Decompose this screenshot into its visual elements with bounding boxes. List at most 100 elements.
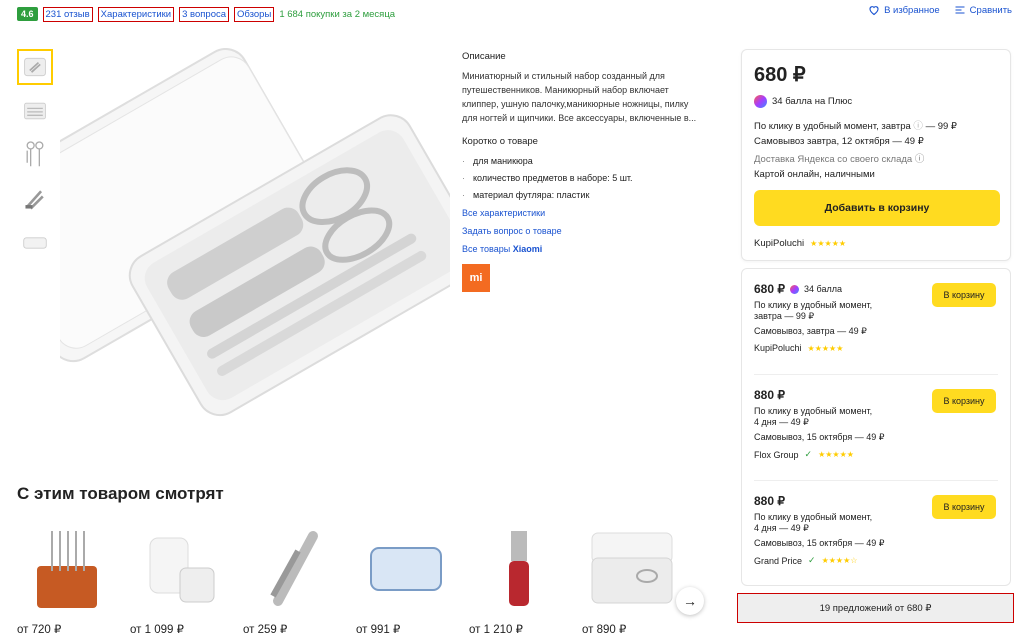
plus-bonus: 34 балла на Плюс	[754, 95, 998, 108]
thumbnail[interactable]	[17, 49, 53, 85]
recommendations-title: С этим товаром смотрят	[17, 484, 224, 503]
recommendation-card[interactable]: от 720 ₽	[17, 522, 130, 636]
help-icon[interactable]: ⓘ	[915, 154, 925, 165]
seller-rating-stars: ★★★★★	[810, 239, 847, 248]
description-title: Описание	[462, 51, 506, 62]
offer-seller-name[interactable]: Grand Price	[754, 556, 802, 566]
offers-list: 680 ₽34 балла По клику в удобный момент,…	[741, 268, 1011, 586]
thumbnail[interactable]	[17, 137, 53, 173]
top-actions: В избранное Сравнить	[868, 4, 1012, 16]
yandex-delivery-line: Доставка Яндекса со своего склада ⓘ	[754, 151, 998, 165]
delivery-option: По клику в удобный момент, завтра	[754, 121, 911, 132]
offer-add-to-cart-button[interactable]: В корзину	[932, 495, 996, 519]
offer-delivery-time: 4 дня — 49 ₽	[754, 523, 809, 533]
thumbnail[interactable]	[17, 93, 53, 129]
buy-box: 680 ₽ 34 балла на Плюс По клику в удобны…	[741, 49, 1011, 261]
specs-link[interactable]: Характеристики	[97, 6, 175, 22]
description-text: Миниатюрный и стильный набор созданный д…	[462, 71, 697, 123]
offer-item: 680 ₽34 балла По клику в удобный момент,…	[754, 269, 998, 375]
recommendation-card[interactable]: от 890 ₽	[582, 522, 695, 636]
recommendation-price: от 259 ₽	[243, 624, 288, 636]
product-thumbnail	[469, 522, 569, 614]
recommendation-card[interactable]: от 991 ₽	[356, 522, 469, 636]
product-thumbnail	[582, 522, 682, 614]
favorite-label: В избранное	[884, 4, 940, 16]
main-price: 680 ₽	[754, 64, 806, 86]
plus-icon	[790, 284, 799, 294]
offer-seller-name[interactable]: KupiPoluchi	[754, 343, 802, 353]
offer-add-to-cart-button[interactable]: В корзину	[932, 389, 996, 413]
thumbnail[interactable]	[17, 225, 53, 261]
top-bar: 4.6 231 отзыв Характеристики 3 вопроса О…	[17, 4, 1014, 24]
thumbnail-gallery	[17, 49, 53, 269]
all-offers-button[interactable]: 19 предложений от 680 ₽	[737, 593, 1014, 623]
all-specs-link[interactable]: Все характеристики	[462, 206, 702, 220]
delivery-price: — 99 ₽	[925, 121, 957, 132]
offer-add-to-cart-button[interactable]: В корзину	[932, 283, 996, 307]
delivery-line: По клику в удобный момент, завтра ⓘ — 99…	[754, 118, 998, 132]
offer-seller: Flox Group ✓ ★★★★★	[754, 449, 998, 460]
reviews-link[interactable]: 231 отзыв	[42, 6, 93, 22]
offer-pickup: Самовывоз, 15 октября — 49 ₽	[754, 538, 885, 548]
compare-button[interactable]: Сравнить	[954, 4, 1012, 16]
thumbnail[interactable]	[17, 181, 53, 217]
compare-label: Сравнить	[969, 4, 1012, 16]
add-to-cart-button[interactable]: Добавить в корзину	[754, 190, 1000, 226]
plus-bonus-text: 34 балла на Плюс	[772, 96, 853, 107]
yandex-delivery-text: Доставка Яндекса со своего склада	[754, 154, 913, 165]
feature-item: для маникюра	[462, 154, 702, 168]
recommendations-carousel: от 720 ₽ от 1 099 ₽ от 259 ₽ от 991 ₽ от…	[17, 522, 695, 636]
info-icon[interactable]: ⓘ	[913, 121, 923, 132]
product-image	[0, 48, 482, 453]
recommendation-card[interactable]: от 259 ₽	[243, 522, 356, 636]
all-brand-goods-link[interactable]: Все товары Xiaomi	[462, 242, 702, 256]
offer-item: 880 ₽ По клику в удобный момент, 4 дня —…	[754, 481, 998, 587]
purchases-count: 1 684 покупки за 2 месяца	[279, 8, 396, 20]
recommendation-card[interactable]: от 1 210 ₽	[469, 522, 582, 636]
recommendation-price: от 1 210 ₽	[469, 624, 523, 636]
product-thumbnail	[130, 522, 230, 614]
product-thumbnail	[243, 522, 343, 614]
offer-seller-stars: ★★★★★	[807, 343, 844, 353]
offer-item: 880 ₽ По клику в удобный момент, 4 дня —…	[754, 375, 998, 481]
offer-bonus: 34 балла	[804, 284, 842, 294]
feature-item: материал футляра: пластик	[462, 188, 702, 202]
ask-question-link[interactable]: Задать вопрос о товаре	[462, 224, 702, 238]
offer-seller-name[interactable]: Flox Group	[754, 450, 799, 460]
feature-item: количество предметов в наборе: 5 шт.	[462, 171, 702, 185]
plus-icon	[754, 95, 767, 108]
payment-line: Картой онлайн, наличными	[754, 169, 875, 180]
xiaomi-logo[interactable]: mi	[462, 264, 490, 292]
recommendation-price: от 720 ₽	[17, 624, 62, 636]
verified-icon: ✓	[804, 449, 813, 459]
offer-delivery-time: 4 дня — 49 ₽	[754, 417, 809, 427]
heart-icon	[869, 6, 879, 16]
offer-seller: Grand Price ✓ ★★★★☆	[754, 555, 998, 566]
offer-seller-stars: ★★★★★	[818, 450, 854, 459]
offer-seller-stars: ★★★★☆	[821, 556, 858, 565]
feature-list: для маникюра количество предметов в набо…	[462, 154, 702, 202]
offer-price: 680 ₽	[754, 282, 785, 296]
all-goods-prefix: Все товары	[462, 244, 513, 254]
compare-icon	[955, 6, 965, 14]
product-thumbnail	[17, 522, 117, 614]
seller-info: KupiPoluchi ★★★★★	[754, 238, 998, 249]
verified-icon: ✓	[808, 555, 816, 565]
next-arrow-icon[interactable]: →	[676, 587, 704, 615]
recommendation-price: от 1 099 ₽	[130, 624, 184, 636]
product-thumbnail	[356, 522, 456, 614]
overviews-link[interactable]: Обзоры	[234, 6, 275, 22]
brand-name: Xiaomi	[512, 244, 543, 254]
pickup-line: Самовывоз завтра, 12 октября — 49 ₽	[754, 136, 924, 147]
description-block: Описание Миниатюрный и стильный набор со…	[462, 50, 702, 292]
recommendation-price: от 991 ₽	[356, 624, 401, 636]
questions-link[interactable]: 3 вопроса	[179, 6, 230, 22]
rating-badge: 4.6	[17, 7, 38, 21]
favorite-button[interactable]: В избранное	[868, 4, 940, 16]
offer-pickup: Самовывоз, завтра — 49 ₽	[754, 326, 867, 336]
recommendation-card[interactable]: от 1 099 ₽	[130, 522, 243, 636]
brief-title: Коротко о товаре	[462, 136, 538, 147]
offer-pickup: Самовывоз, 15 октября — 49 ₽	[754, 432, 885, 442]
offer-seller: KupiPoluchi ★★★★★	[754, 343, 998, 353]
seller-name[interactable]: KupiPoluchi	[754, 238, 804, 249]
